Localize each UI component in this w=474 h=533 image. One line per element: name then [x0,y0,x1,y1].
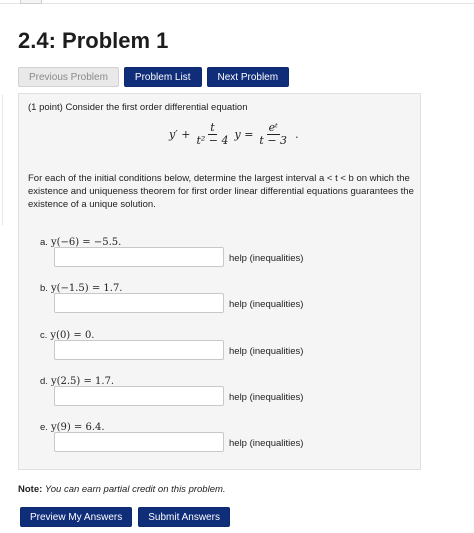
part-letter: b. [40,283,48,294]
part-letter: d. [40,376,48,387]
equation-lhs: y′ + [169,127,191,141]
problem-panel: (1 point) Consider the first order diffe… [18,93,421,470]
help-inequalities-link[interactable]: help (inequalities) [229,298,303,311]
part-b: b. y(−1.5) = 1.7. help (inequalities) [40,282,340,313]
equation-fraction-2: eᵗ t − 3 [257,120,289,147]
part-d: d. y(2.5) = 1.7. help (inequalities) [40,375,340,406]
problem-list-button[interactable]: Problem List [123,67,202,87]
answer-input-e[interactable] [54,432,224,452]
answer-input-d[interactable] [54,386,224,406]
help-inequalities-link[interactable]: help (inequalities) [229,437,303,450]
answer-input-c[interactable] [54,340,224,360]
top-border [0,0,474,4]
equation-end: . [295,127,299,141]
fraction-2-denominator: t − 3 [259,133,288,147]
next-problem-button[interactable]: Next Problem [206,67,290,87]
top-tab-stub [20,0,42,4]
left-border [0,95,3,225]
part-letter: a. [40,237,48,248]
part-a: a. y(−6) = −5.5. help (inequalities) [40,236,340,267]
answer-input-a[interactable] [54,247,224,267]
fraction-1-numerator: t [208,120,217,135]
problem-intro: (1 point) Consider the first order diffe… [28,102,248,113]
help-inequalities-link[interactable]: help (inequalities) [229,345,303,358]
part-letter: e. [40,422,48,433]
note-text: You can earn partial credit on this prob… [44,484,226,495]
part-e: e. y(9) = 6.4. help (inequalities) [40,421,340,452]
part-letter: c. [40,330,48,341]
fraction-2-numerator: eᵗ [266,120,280,135]
part-c: c. y(0) = 0. help (inequalities) [40,329,340,360]
differential-equation: y′ + t t² − 4 y = eᵗ t − 3 . [169,119,301,149]
submit-answers-button[interactable]: Submit Answers [138,507,230,527]
fraction-1-denominator: t² − 4 [196,133,229,147]
previous-problem-button: Previous Problem [18,67,119,87]
equation-middle: y = [234,127,254,141]
answer-input-b[interactable] [54,293,224,313]
page-title: 2.4: Problem 1 [18,28,169,53]
problem-nav: Previous Problem Problem List Next Probl… [18,67,290,87]
problem-description: For each of the initial conditions below… [28,173,414,210]
equation-fraction-1: t t² − 4 [194,120,230,147]
partial-credit-note: Note: You can earn partial credit on thi… [18,484,226,495]
answer-actions: Preview My Answers Submit Answers [20,507,230,527]
help-inequalities-link[interactable]: help (inequalities) [229,391,303,404]
note-label: Note: [18,484,43,495]
help-inequalities-link[interactable]: help (inequalities) [229,252,303,265]
preview-answers-button[interactable]: Preview My Answers [20,507,133,527]
